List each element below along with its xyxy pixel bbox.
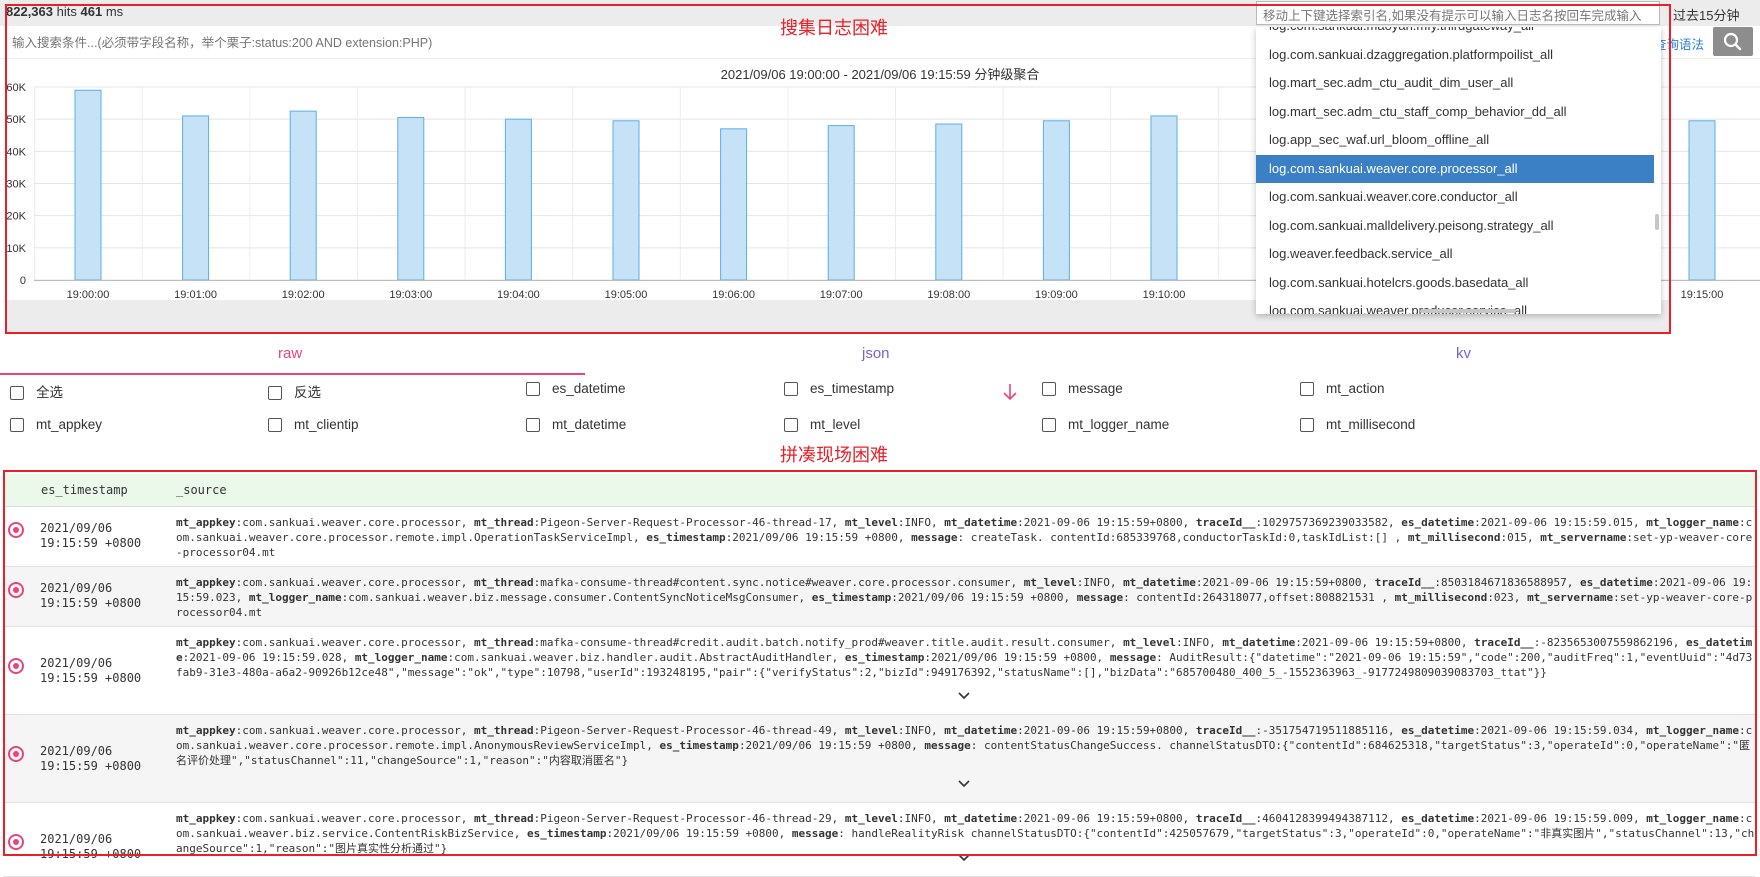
- field-label: mt_logger_name: [1068, 417, 1170, 432]
- checkbox[interactable]: [784, 418, 798, 432]
- field-checkbox-mt_datetime[interactable]: mt_datetime: [526, 417, 626, 432]
- field-checkbox-mt_appkey[interactable]: mt_appkey: [10, 417, 102, 432]
- field-label: es_timestamp: [810, 381, 895, 396]
- tab-active-indicator: [0, 373, 585, 375]
- field-label: 反选: [294, 385, 321, 400]
- field-label: mt_millisecond: [1326, 417, 1416, 432]
- checkbox[interactable]: [1300, 382, 1314, 396]
- checkbox[interactable]: [1042, 382, 1056, 396]
- field-checkbox-mt_logger_name[interactable]: mt_logger_name: [1042, 417, 1169, 432]
- annotation-label-bottom: 拼凑现场困难: [780, 445, 888, 465]
- bar-19:15:00[interactable]: [1688, 120, 1716, 281]
- checkbox[interactable]: [268, 386, 282, 400]
- field-checkbox-es_datetime[interactable]: es_datetime: [526, 381, 626, 396]
- checkbox[interactable]: [1300, 418, 1314, 432]
- field-label: message: [1068, 381, 1123, 396]
- tab-json[interactable]: json: [862, 345, 890, 362]
- annotation-box-bottom: [3, 470, 1757, 856]
- field-label: mt_datetime: [552, 417, 627, 432]
- field-label: mt_action: [1326, 381, 1385, 396]
- field-label: mt_clientip: [294, 417, 359, 432]
- field-checkbox-es_timestamp[interactable]: es_timestamp: [784, 381, 894, 396]
- tab-kv[interactable]: kv: [1456, 345, 1471, 362]
- field-checkbox-全选[interactable]: 全选: [10, 381, 63, 401]
- search-button[interactable]: [1713, 27, 1753, 56]
- field-label: mt_level: [810, 417, 861, 432]
- field-checkbox-mt_clientip[interactable]: mt_clientip: [268, 417, 359, 432]
- annotation-label-top: 搜集日志困难: [780, 18, 888, 38]
- field-checkbox-mt_action[interactable]: mt_action: [1300, 381, 1385, 396]
- field-checkbox-message[interactable]: message: [1042, 381, 1123, 396]
- checkbox[interactable]: [784, 382, 798, 396]
- arrow-down-icon[interactable]: [1002, 383, 1018, 406]
- checkbox[interactable]: [268, 418, 282, 432]
- time-range-picker[interactable]: 过去15分钟: [1673, 5, 1739, 24]
- field-checkbox-mt_millisecond[interactable]: mt_millisecond: [1300, 417, 1415, 432]
- checkbox[interactable]: [10, 418, 24, 432]
- search-icon: [1723, 32, 1742, 51]
- checkbox[interactable]: [10, 386, 24, 400]
- annotation-box-top: [5, 4, 1671, 334]
- checkbox[interactable]: [1042, 418, 1056, 432]
- tab-raw[interactable]: raw: [278, 345, 302, 362]
- field-checkbox-反选[interactable]: 反选: [268, 381, 321, 401]
- field-label: mt_appkey: [36, 417, 103, 432]
- checkbox[interactable]: [526, 382, 540, 396]
- field-label: 全选: [36, 385, 63, 400]
- field-checkbox-mt_level[interactable]: mt_level: [784, 417, 860, 432]
- checkbox[interactable]: [526, 418, 540, 432]
- field-label: es_datetime: [552, 381, 626, 396]
- x-tick-label: 19:15:00: [1681, 289, 1724, 301]
